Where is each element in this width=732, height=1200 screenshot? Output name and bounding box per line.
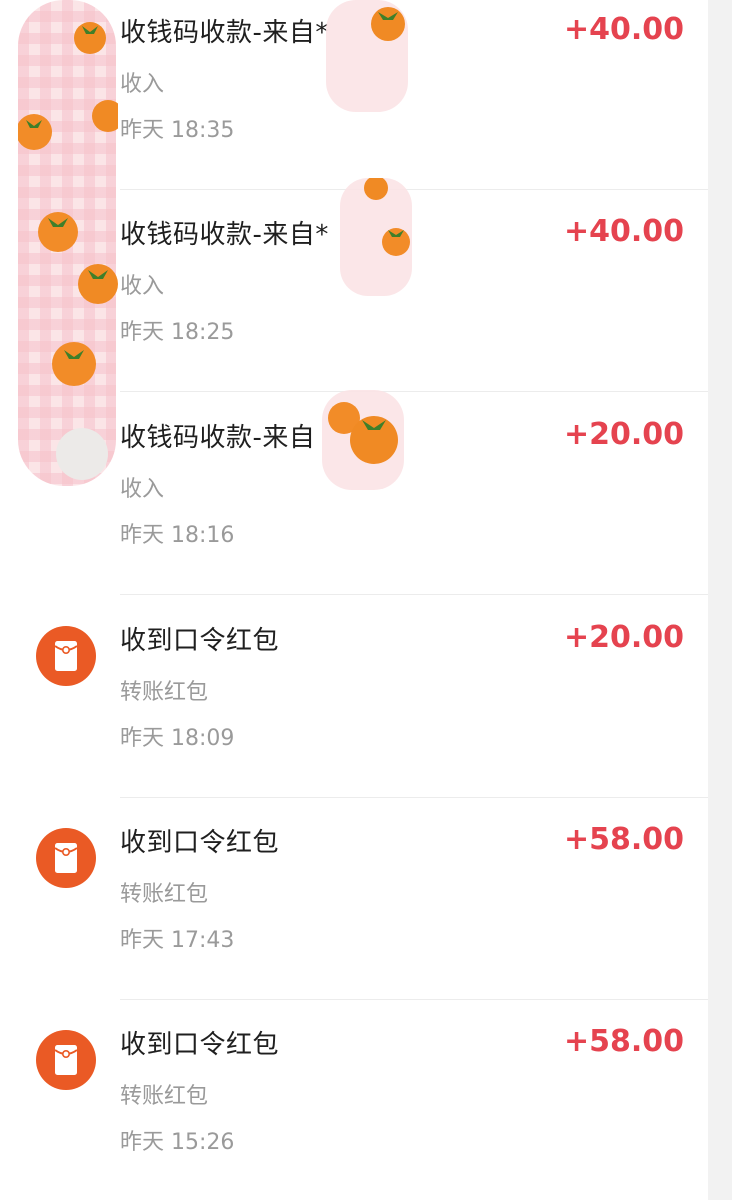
transaction-row[interactable]: 收到口令红包 转账红包 昨天 18:09 +20.00 — [0, 596, 708, 798]
transaction-title: 收到口令红包 — [120, 626, 280, 656]
transaction-category: 收入 — [120, 477, 165, 502]
transaction-time: 昨天 18:35 — [120, 118, 235, 143]
transaction-category: 转账红包 — [120, 680, 209, 705]
red-envelope-icon — [36, 1030, 96, 1090]
transaction-amount: +20.00 — [563, 620, 684, 655]
transaction-row[interactable]: 收到口令红包 转账红包 昨天 17:43 +58.00 — [0, 798, 708, 1000]
transaction-time: 昨天 15:26 — [120, 1130, 235, 1155]
transaction-title: 收钱码收款-来自* — [120, 18, 329, 48]
transaction-amount: +40.00 — [563, 214, 684, 249]
transaction-title: 收钱码收款-来自* — [120, 220, 329, 250]
transaction-time: 昨天 18:25 — [120, 320, 235, 345]
row-divider — [120, 391, 708, 392]
row-divider — [120, 594, 708, 595]
transaction-list: 收钱码收款-来自* 收入 昨天 18:35 +40.00 收钱码收款-来自* 收… — [0, 0, 708, 1200]
transaction-time: 昨天 17:43 — [120, 928, 235, 953]
transaction-time: 昨天 18:16 — [120, 523, 235, 548]
transaction-category: 收入 — [120, 274, 165, 299]
transaction-amount: +58.00 — [563, 822, 684, 857]
sticker-overlay — [18, 0, 116, 486]
transaction-time: 昨天 18:09 — [120, 726, 235, 751]
transaction-category: 收入 — [120, 72, 165, 97]
transaction-category: 转账红包 — [120, 1084, 209, 1109]
transaction-title: 收到口令红包 — [120, 1030, 280, 1060]
transaction-category: 转账红包 — [120, 882, 209, 907]
transaction-title: 收到口令红包 — [120, 828, 280, 858]
transaction-row[interactable]: 收到口令红包 转账红包 昨天 15:26 +58.00 — [0, 1000, 708, 1200]
transaction-title: 收钱码收款-来自 — [120, 423, 316, 453]
red-envelope-icon — [36, 626, 96, 686]
transaction-amount: +58.00 — [563, 1024, 684, 1059]
transaction-amount: +20.00 — [563, 417, 684, 452]
transaction-amount: +40.00 — [563, 12, 684, 47]
red-envelope-icon — [36, 828, 96, 888]
